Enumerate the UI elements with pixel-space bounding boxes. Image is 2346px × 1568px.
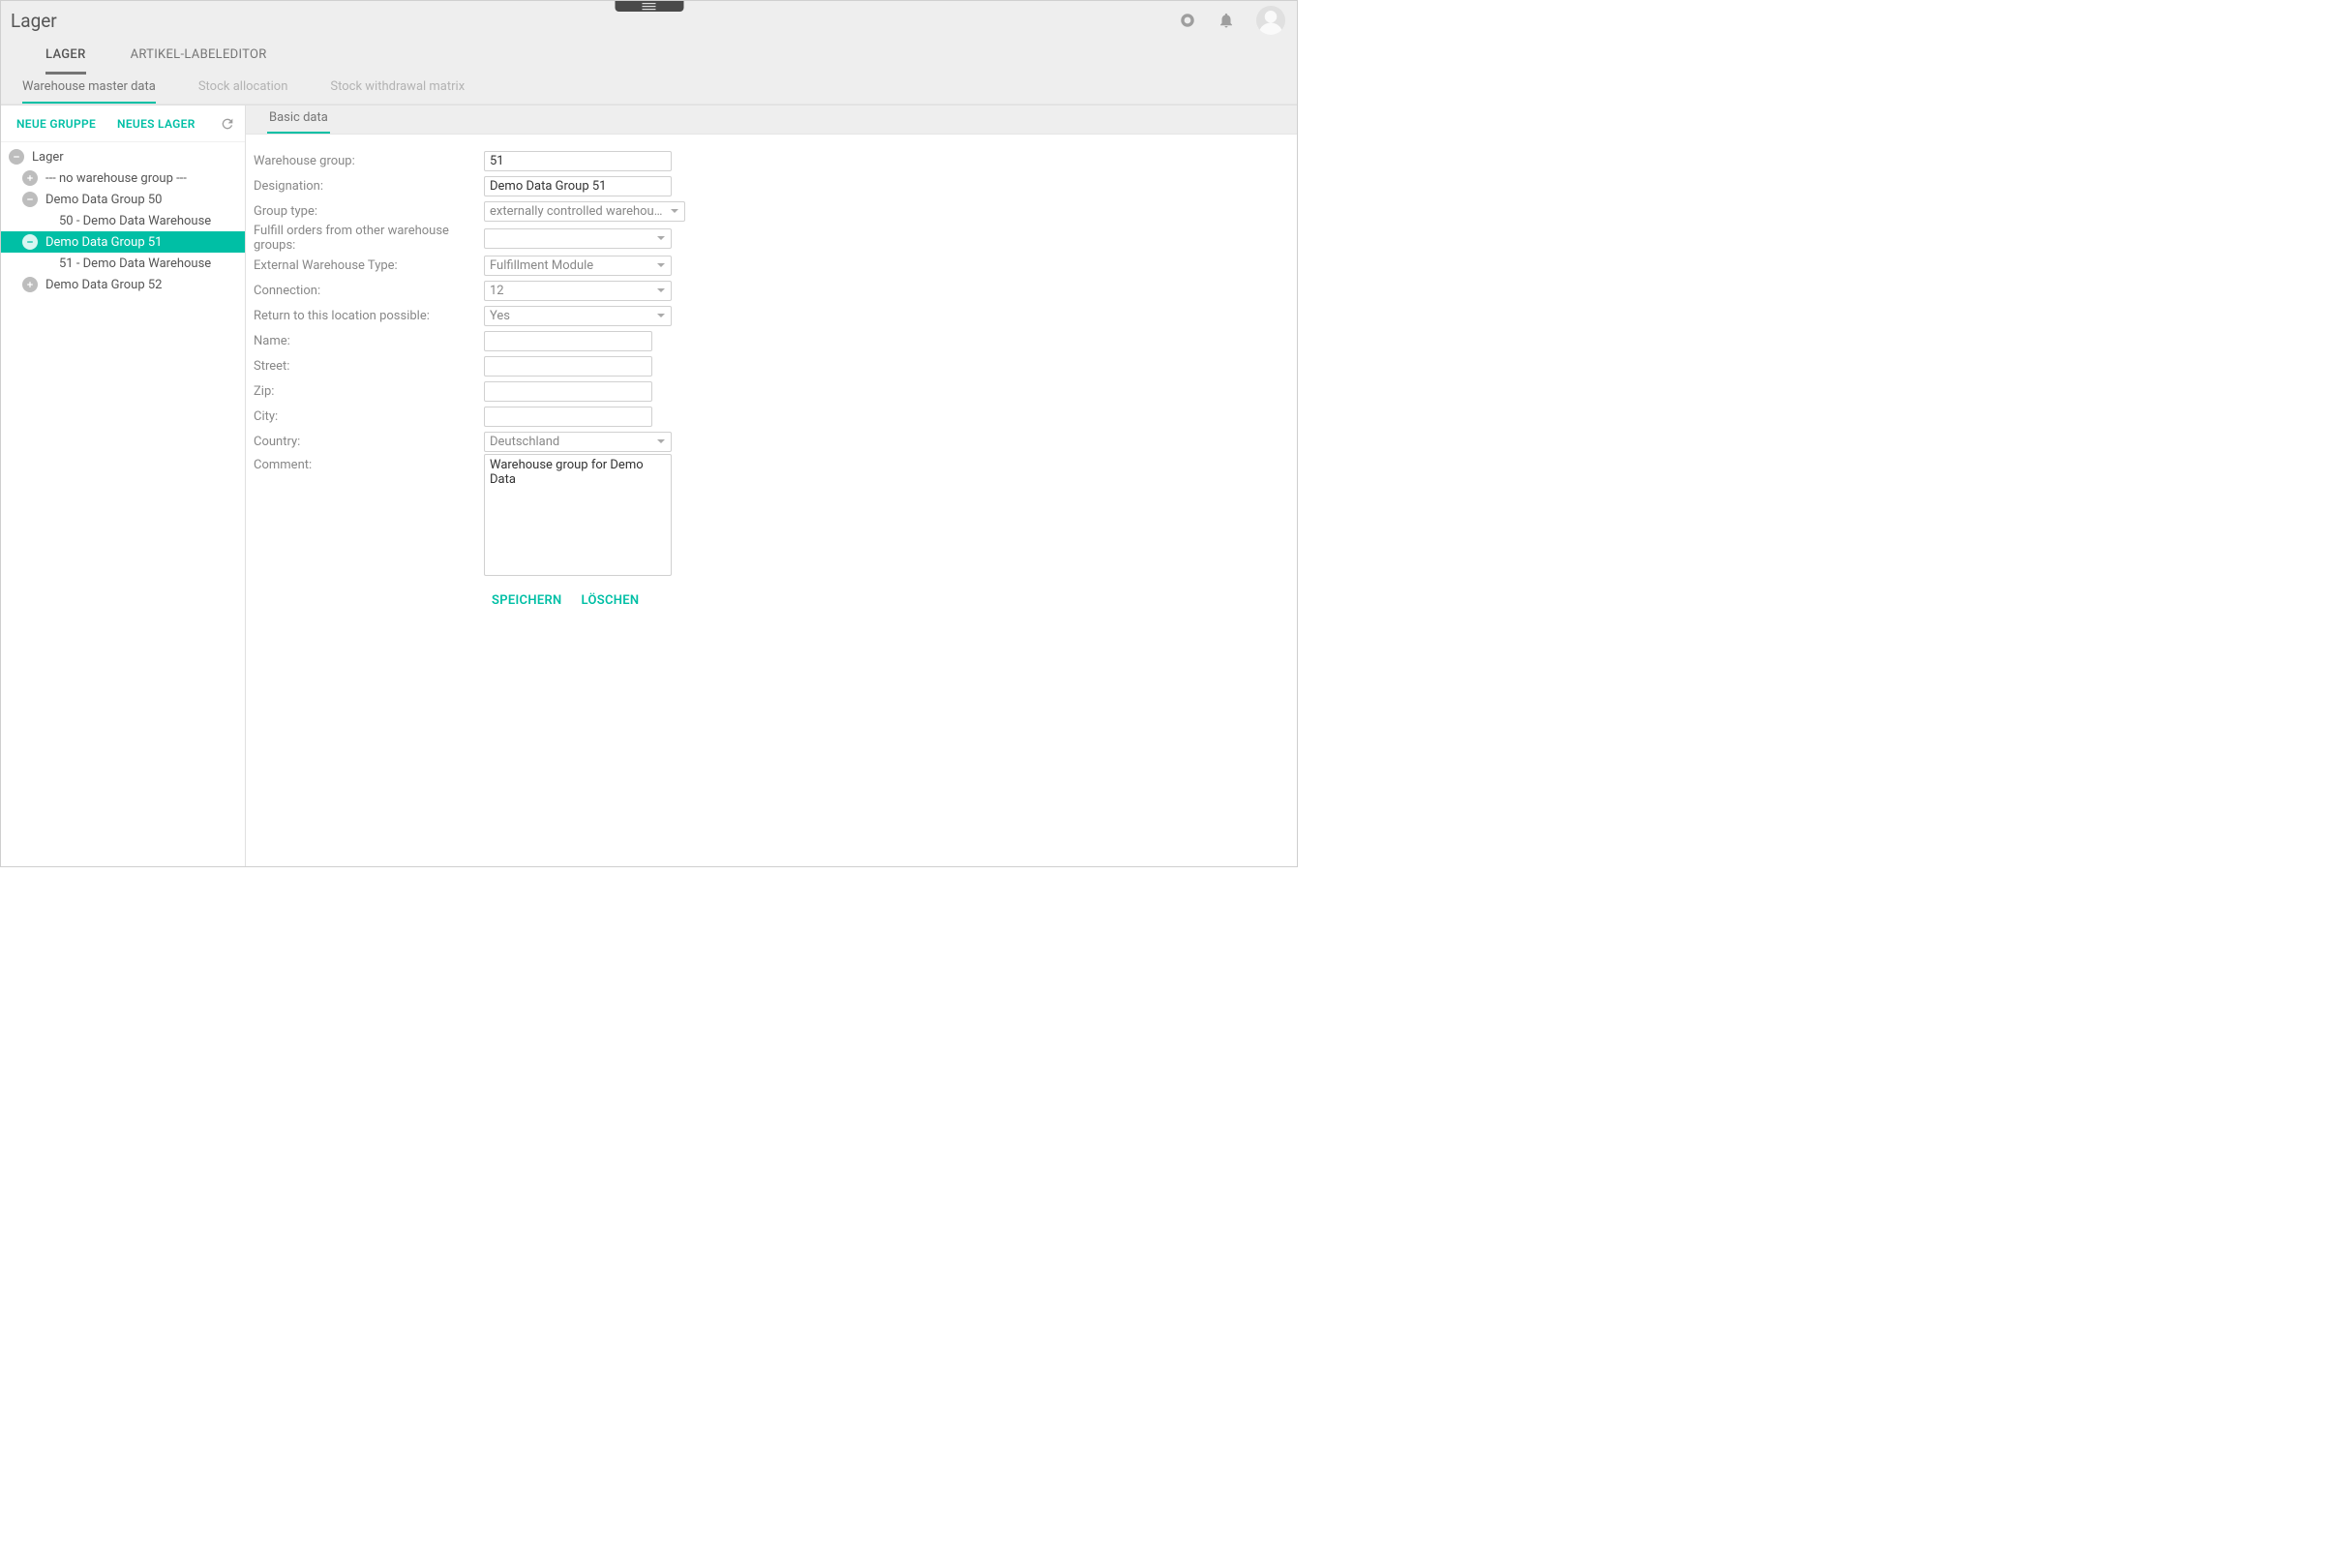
- connection-value: 12: [490, 284, 504, 298]
- new-warehouse-button[interactable]: NEUES LAGER: [117, 117, 196, 131]
- save-button[interactable]: SPEICHERN: [492, 593, 562, 608]
- warehouse-tree: Lager --- no warehouse group --- Demo Data…: [1, 142, 245, 295]
- field-label-name: Name:: [254, 334, 484, 348]
- external_wh_type-select[interactable]: Fulfillment Module: [484, 256, 672, 276]
- field-label-designation: Designation:: [254, 179, 484, 194]
- sub-tab-0[interactable]: Warehouse master data: [22, 79, 156, 104]
- delete-button[interactable]: LÖSCHEN: [582, 593, 640, 608]
- field-label-warehouse_group: Warehouse group:: [254, 154, 484, 168]
- tree-root[interactable]: Lager: [1, 146, 245, 167]
- chevron-down-icon: [670, 206, 679, 216]
- tree-node[interactable]: Demo Data Group 52: [1, 274, 245, 295]
- refresh-icon[interactable]: [220, 116, 235, 132]
- city-input[interactable]: [484, 407, 652, 427]
- chevron-down-icon: [656, 437, 666, 446]
- country-value: Deutschland: [490, 435, 559, 449]
- top-collapse-handle[interactable]: [615, 1, 683, 12]
- tree-node[interactable]: 51 - Demo Data Warehouse: [1, 253, 245, 274]
- tree-node[interactable]: Demo Data Group 50: [1, 189, 245, 210]
- group_type-select[interactable]: externally controlled warehouse: [484, 201, 685, 222]
- field-label-connection: Connection:: [254, 284, 484, 298]
- tree-node-label: 50 - Demo Data Warehouse: [59, 214, 211, 228]
- tree-node[interactable]: 50 - Demo Data Warehouse: [1, 210, 245, 231]
- chevron-down-icon: [656, 233, 666, 243]
- field-label-fulfill_other: Fulfill orders from other warehouse grou…: [254, 224, 484, 253]
- tree-node-label: Demo Data Group 50: [45, 193, 162, 207]
- expand-icon[interactable]: [22, 277, 38, 292]
- sub-tab-2[interactable]: Stock withdrawal matrix: [330, 79, 465, 104]
- tree-node[interactable]: --- no warehouse group ---: [1, 167, 245, 189]
- field-label-street: Street:: [254, 359, 484, 374]
- expand-icon[interactable]: [22, 170, 38, 186]
- field-label-return_possible: Return to this location possible:: [254, 309, 484, 323]
- primary-tabs: LAGER ARTIKEL-LABELEDITOR: [1, 40, 1297, 75]
- designation-input[interactable]: [484, 176, 672, 196]
- status-indicator-icon[interactable]: [1179, 12, 1196, 29]
- chevron-down-icon: [656, 286, 666, 295]
- field-label-comment: Comment:: [254, 454, 484, 472]
- connection-select[interactable]: 12: [484, 281, 672, 301]
- tree-node-label: Demo Data Group 51: [45, 235, 162, 250]
- chevron-down-icon: [656, 260, 666, 270]
- fulfill_other-select[interactable]: [484, 228, 672, 249]
- collapse-icon[interactable]: [9, 149, 24, 165]
- field-label-external_wh_type: External Warehouse Type:: [254, 258, 484, 273]
- page-title: Lager: [11, 10, 57, 32]
- collapse-icon[interactable]: [22, 234, 38, 250]
- return_possible-select[interactable]: Yes: [484, 306, 672, 326]
- tree-node-selected[interactable]: Demo Data Group 51: [1, 231, 245, 253]
- notifications-icon[interactable]: [1218, 12, 1235, 29]
- field-label-zip: Zip:: [254, 384, 484, 399]
- collapse-icon[interactable]: [22, 192, 38, 207]
- avatar[interactable]: [1256, 6, 1285, 35]
- primary-tab-0[interactable]: LAGER: [45, 47, 86, 75]
- country-select[interactable]: Deutschland: [484, 432, 672, 452]
- field-label-group_type: Group type:: [254, 204, 484, 219]
- return_possible-value: Yes: [490, 309, 510, 323]
- field-label-city: City:: [254, 409, 484, 424]
- primary-tab-1[interactable]: ARTIKEL-LABELEDITOR: [131, 47, 267, 75]
- sub-tabs: Warehouse master data Stock allocation Sto…: [1, 75, 1297, 105]
- zip-input[interactable]: [484, 381, 652, 402]
- basic-data-form: Warehouse group: Designation: Group type: e…: [246, 135, 1297, 616]
- new-group-button[interactable]: NEUE GRUPPE: [16, 117, 96, 131]
- comment-textarea[interactable]: [484, 454, 672, 576]
- tree-node-label: 51 - Demo Data Warehouse: [59, 256, 211, 271]
- chevron-down-icon: [656, 311, 666, 320]
- hamburger-icon: [643, 3, 656, 11]
- sub-tab-1[interactable]: Stock allocation: [198, 79, 288, 104]
- tab-basic-data[interactable]: Basic data: [267, 110, 330, 134]
- street-input[interactable]: [484, 356, 652, 377]
- external_wh_type-value: Fulfillment Module: [490, 258, 593, 273]
- warehouse_group-input[interactable]: [484, 151, 672, 171]
- name-input[interactable]: [484, 331, 652, 351]
- tree-node-label: Demo Data Group 52: [45, 278, 162, 292]
- group_type-value: externally controlled warehouse: [490, 204, 666, 219]
- field-label-country: Country:: [254, 435, 484, 449]
- tree-node-label: --- no warehouse group ---: [45, 171, 187, 186]
